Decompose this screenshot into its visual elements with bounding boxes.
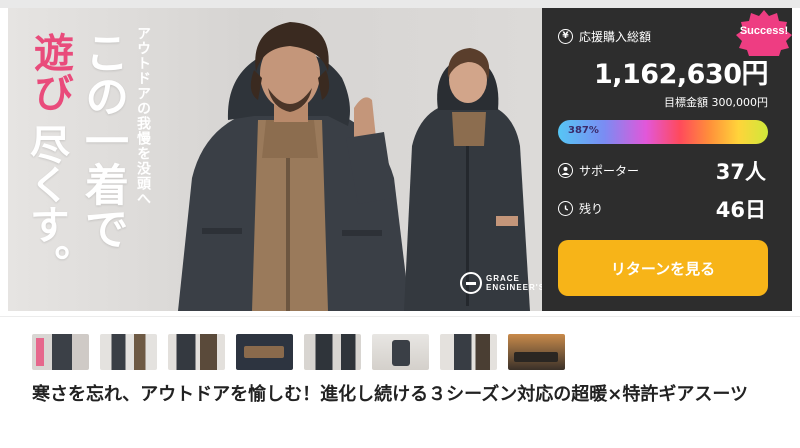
model-woman-illustration	[404, 48, 530, 311]
remaining-value: 46日	[715, 198, 766, 222]
remaining-row: 残り	[558, 200, 603, 217]
thumbnail-3[interactable]	[168, 334, 225, 370]
total-label: 応援購入総額	[579, 30, 652, 44]
progress-bar: 387%	[558, 120, 768, 144]
thumbnail-strip	[32, 334, 565, 370]
brand-logo: GRACE ENGINEER'S	[460, 272, 542, 294]
hero-catch-pink: 遊び	[27, 32, 73, 112]
thumbnail-1[interactable]	[32, 334, 89, 370]
divider	[0, 316, 800, 317]
hero-catch-subtitle: アウトドアの我慢を没頭へ	[135, 26, 151, 206]
project-title: 寒さを忘れ、アウトドアを愉しむ！進化し続ける３シーズン対応の超暖×特許ギアスーツ	[32, 384, 748, 405]
success-badge: Success!	[734, 8, 794, 56]
yen-circle-icon: ¥	[558, 29, 573, 44]
thumbnail-6[interactable]	[372, 334, 429, 370]
supporters-label: サポーター	[579, 164, 640, 178]
hero-catch-white-left: 尽くす。	[23, 124, 69, 284]
hero-image[interactable]: 遊び 尽くす。 この一着で アウトドアの我慢を没頭へ GRACE ENGINEE…	[8, 8, 542, 311]
thumbnail-8[interactable]	[508, 334, 565, 370]
progress-label: 387%	[568, 125, 599, 136]
hero-catch-white-main: この一着で	[77, 30, 128, 250]
user-circle-icon	[558, 163, 573, 178]
brand-logo-line1: GRACE	[486, 274, 520, 283]
success-badge-text: Success!	[739, 25, 789, 37]
thumbnail-7[interactable]	[440, 334, 497, 370]
remaining-label: 残り	[579, 202, 604, 216]
view-returns-button[interactable]: リターンを見る	[558, 240, 768, 296]
supporters-value: 37人	[715, 160, 766, 184]
goal-amount: 目標金額 300,000円	[664, 96, 768, 109]
thumbnail-4[interactable]	[236, 334, 293, 370]
total-label-row: ¥ 応援購入総額	[558, 28, 651, 45]
clock-icon	[558, 201, 573, 216]
model-man-illustration	[178, 22, 410, 311]
brand-logo-text: GRACE ENGINEER'S	[486, 274, 542, 292]
brand-logo-line2: ENGINEER'S	[486, 283, 542, 292]
top-strip	[0, 0, 800, 8]
thumbnail-2[interactable]	[100, 334, 157, 370]
supporters-row: サポーター	[558, 162, 639, 179]
total-amount: 1,162,630円	[593, 59, 769, 90]
brand-logo-icon	[460, 272, 482, 294]
thumbnail-5[interactable]	[304, 334, 361, 370]
